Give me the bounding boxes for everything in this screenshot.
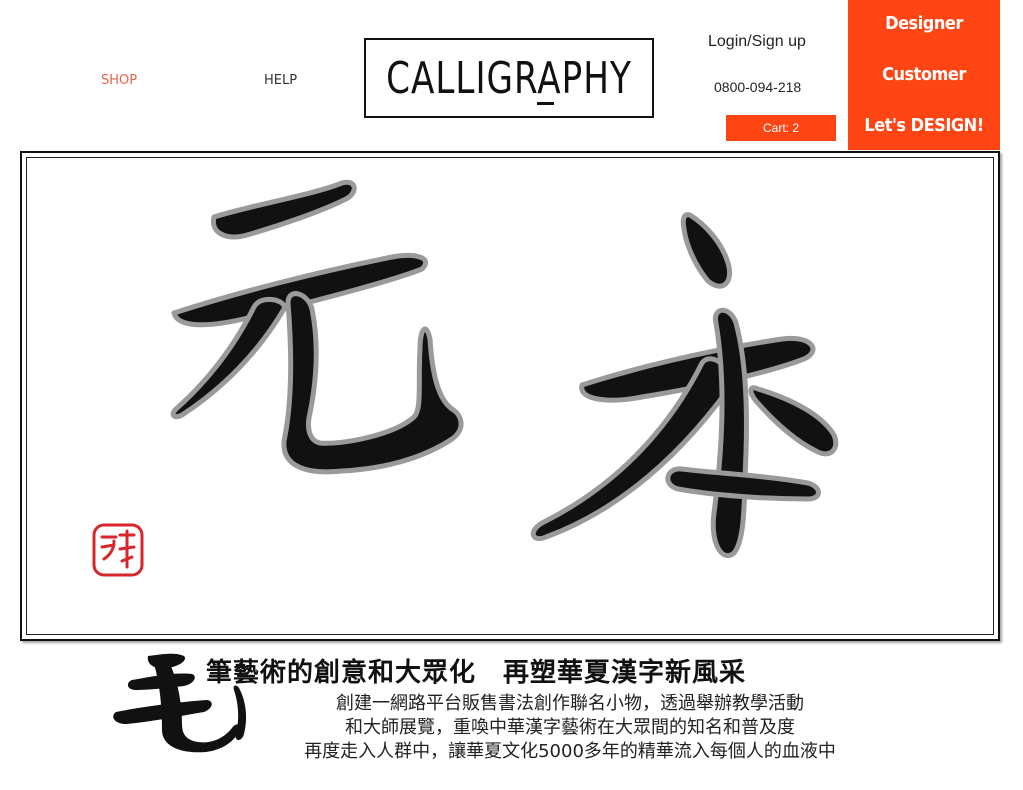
intro-headline: 筆藝術的創意和大眾化 再塑華夏漢字新風采 (206, 658, 747, 688)
site-logo[interactable]: CALLIGRAPHY (364, 38, 654, 118)
intro-description: 創建一網路平台販售書法創作聯名小物，透過舉辦教學活動 和大師展覽，重喚中華漢字藝… (240, 692, 900, 764)
calligraphy-char-yuan (170, 179, 464, 475)
nav-shop-link[interactable]: SHOP (101, 73, 137, 88)
side-menu-lets-design[interactable]: Let's DESIGN! (848, 115, 1000, 136)
logo-underline-mark (537, 102, 554, 105)
hero-banner: 元本 (20, 151, 1000, 641)
calligraphy-char-ben (530, 212, 839, 558)
side-menu-designer[interactable]: Designer (848, 13, 1000, 34)
logo-text: CALLIGRAPHY (386, 52, 632, 104)
phone-number: 0800-094-218 (714, 79, 802, 95)
red-seal-stamp-icon (92, 523, 144, 577)
intro-line: 創建一網路平台販售書法創作聯名小物，透過舉辦教學活動 (336, 693, 804, 714)
intro-line: 再度走入人群中，讓華夏文化5000多年的精華流入每個人的血液中 (304, 741, 836, 762)
nav-help-link[interactable]: HELP (264, 73, 297, 88)
side-menu-panel: Designer Customer Let's DESIGN! (848, 0, 1000, 150)
side-menu-customer[interactable]: Customer (848, 64, 1000, 85)
page: SHOP HELP CALLIGRAPHY Login/Sign up 0800… (0, 0, 1023, 790)
calligraphy-artwork: 元本 (92, 179, 839, 577)
cart-button[interactable]: Cart: 2 (726, 115, 836, 141)
intro-line: 和大師展覽，重喚中華漢字藝術在大眾間的知名和普及度 (345, 717, 795, 738)
login-signup-link[interactable]: Login/Sign up (708, 33, 806, 51)
